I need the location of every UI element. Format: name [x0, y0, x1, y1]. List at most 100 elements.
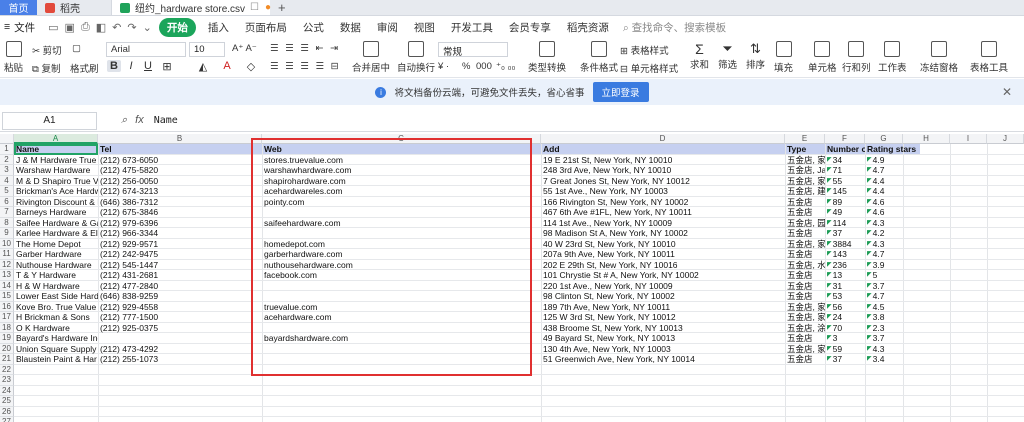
- table-cell[interactable]: ◤4.3: [865, 239, 903, 250]
- table-cell[interactable]: ◤55: [825, 176, 865, 187]
- table-cell[interactable]: (212) 925-0375: [98, 323, 262, 334]
- table-cell[interactable]: Lower East Side Hardv: [14, 291, 98, 302]
- folder-icon[interactable]: ▭: [45, 21, 61, 34]
- row-header-3[interactable]: 3: [0, 165, 14, 176]
- copy-button[interactable]: ⧉ 复制: [32, 61, 60, 75]
- table-cell[interactable]: ◤3.7: [865, 333, 903, 344]
- cell-style-button[interactable]: ⊟ 单元格样式: [620, 61, 678, 75]
- table-cell[interactable]: ◤24: [825, 312, 865, 323]
- redo-icon[interactable]: ↷: [124, 21, 139, 34]
- row-header-1[interactable]: 1: [0, 144, 14, 155]
- name-box[interactable]: A1: [2, 111, 97, 130]
- table-cell[interactable]: (212) 242-9475: [98, 249, 262, 260]
- row-header-4[interactable]: 4: [0, 175, 14, 186]
- table-cell[interactable]: O K Hardware: [14, 323, 98, 334]
- table-cell[interactable]: ◤145: [825, 186, 865, 197]
- table-cell[interactable]: Karlee Hardware & Ele: [14, 228, 98, 239]
- row-header-27[interactable]: 27: [0, 417, 14, 422]
- table-cell[interactable]: (212) 966-3344: [98, 228, 262, 239]
- clear-format-icon[interactable]: ◇: [244, 60, 258, 73]
- table-cell[interactable]: 五金店: [785, 197, 825, 208]
- table-cell[interactable]: ◤114: [825, 218, 865, 229]
- align-top-icons[interactable]: ☰ ☰ ☰ ⇤ ⇥: [270, 43, 340, 54]
- table-cell[interactable]: Warshaw Hardware: [14, 165, 98, 176]
- table-cell[interactable]: ◤4.7: [865, 165, 903, 176]
- table-cell[interactable]: (646) 838-9259: [98, 291, 262, 302]
- table-cell[interactable]: 五金店: [785, 291, 825, 302]
- row-header-9[interactable]: 9: [0, 228, 14, 239]
- column-header-i[interactable]: I: [950, 134, 987, 144]
- row-header-5[interactable]: 5: [0, 186, 14, 197]
- table-cell[interactable]: 101 Chrystie St # A, New York, NY 10002: [541, 270, 785, 281]
- currency-icon[interactable]: ¥ ·: [438, 61, 449, 72]
- undo-icon[interactable]: ↶: [109, 21, 124, 34]
- table-cell[interactable]: (212) 256-0050: [98, 176, 262, 187]
- decimal-icon[interactable]: ⁺₀ ₀₀: [496, 61, 515, 72]
- table-cell[interactable]: 五金店, 家: [785, 312, 825, 323]
- header-cell[interactable]: Web: [262, 144, 541, 155]
- table-cell[interactable]: 98 Clinton St, New York, NY 10002: [541, 291, 785, 302]
- menu-home[interactable]: 开始: [158, 17, 196, 37]
- table-cell[interactable]: 五金店, 园: [785, 218, 825, 229]
- table-cell[interactable]: 五金店: [785, 249, 825, 260]
- table-cell[interactable]: homedepot.com: [262, 239, 541, 250]
- login-now-button[interactable]: 立即登录: [592, 82, 649, 102]
- table-cell[interactable]: 467 6th Ave #1FL, New York, NY 10011: [541, 207, 785, 218]
- underline-button[interactable]: U: [141, 60, 155, 72]
- row-header-20[interactable]: 20: [0, 343, 14, 354]
- table-cell[interactable]: ◤3: [825, 333, 865, 344]
- table-cell[interactable]: ◤4.5: [865, 302, 903, 313]
- zoom-icon[interactable]: ⌕: [121, 114, 127, 127]
- table-cell[interactable]: ◤4.2: [865, 228, 903, 239]
- table-cell[interactable]: warshawhardware.com: [262, 165, 541, 176]
- table-cell[interactable]: stores.truevalue.com: [262, 155, 541, 166]
- header-cell[interactable]: Rating stars: [865, 144, 925, 155]
- table-cell[interactable]: 五金店: [785, 228, 825, 239]
- fx-icon[interactable]: fx: [135, 114, 144, 127]
- table-cell[interactable]: M & D Shapiro True V: [14, 176, 98, 187]
- table-cell[interactable]: (212) 979-6396: [98, 218, 262, 229]
- table-cell[interactable]: bayardshardware.com: [262, 333, 541, 344]
- table-cell[interactable]: H & W Hardware: [14, 281, 98, 292]
- table-cell[interactable]: 五金店: [785, 270, 825, 281]
- table-cell[interactable]: pointy.com: [262, 197, 541, 208]
- table-cell[interactable]: 189 7th Ave, New York, NY 10011: [541, 302, 785, 313]
- table-cell[interactable]: ◤3884: [825, 239, 865, 250]
- row-header-14[interactable]: 14: [0, 280, 14, 291]
- sort-button[interactable]: ⇅ 排序: [746, 41, 765, 71]
- table-cell[interactable]: 五金店: [785, 207, 825, 218]
- table-cell[interactable]: ◤4.7: [865, 291, 903, 302]
- table-cell[interactable]: garberhardware.com: [262, 249, 541, 260]
- copy-icon[interactable]: ▢: [72, 43, 81, 54]
- table-cell[interactable]: Barneys Hardware: [14, 207, 98, 218]
- rows-columns-button[interactable]: 行和列: [842, 41, 871, 74]
- row-header-18[interactable]: 18: [0, 322, 14, 333]
- table-cell[interactable]: ◤3.4: [865, 354, 903, 365]
- table-cell[interactable]: 51 Greenwich Ave, New York, NY 10014: [541, 354, 785, 365]
- format-painter-button[interactable]: 格式刷: [70, 61, 99, 75]
- column-header-h[interactable]: H: [903, 134, 950, 144]
- table-cell[interactable]: acehardwareles.com: [262, 186, 541, 197]
- row-header-23[interactable]: 23: [0, 375, 14, 386]
- row-header-11[interactable]: 11: [0, 249, 14, 260]
- table-cell[interactable]: ◤4.6: [865, 197, 903, 208]
- column-header-d[interactable]: D: [541, 134, 785, 144]
- table-cell[interactable]: (212) 673-6050: [98, 155, 262, 166]
- row-header-25[interactable]: 25: [0, 396, 14, 407]
- merge-center-button[interactable]: 合并居中: [352, 41, 390, 74]
- table-cell[interactable]: Rivington Discount & H: [14, 197, 98, 208]
- table-cell[interactable]: ◤4.4: [865, 176, 903, 187]
- fill-button[interactable]: 填充: [774, 41, 793, 74]
- column-header-c[interactable]: C: [262, 134, 541, 144]
- table-cell[interactable]: ◤31: [825, 281, 865, 292]
- row-header-26[interactable]: 26: [0, 406, 14, 417]
- table-cell[interactable]: facebook.com: [262, 270, 541, 281]
- table-cell[interactable]: 五金店, 家: [785, 155, 825, 166]
- cell-button[interactable]: 单元格: [808, 41, 837, 74]
- table-cell[interactable]: ◤37: [825, 228, 865, 239]
- table-cell[interactable]: 130 4th Ave, New York, NY 10003: [541, 344, 785, 355]
- table-cell[interactable]: nuthousehardware.com: [262, 260, 541, 271]
- column-header-b[interactable]: B: [98, 134, 262, 144]
- save-icon[interactable]: ▣: [62, 21, 78, 34]
- table-cell[interactable]: 7 Great Jones St, New York, NY 10012: [541, 176, 785, 187]
